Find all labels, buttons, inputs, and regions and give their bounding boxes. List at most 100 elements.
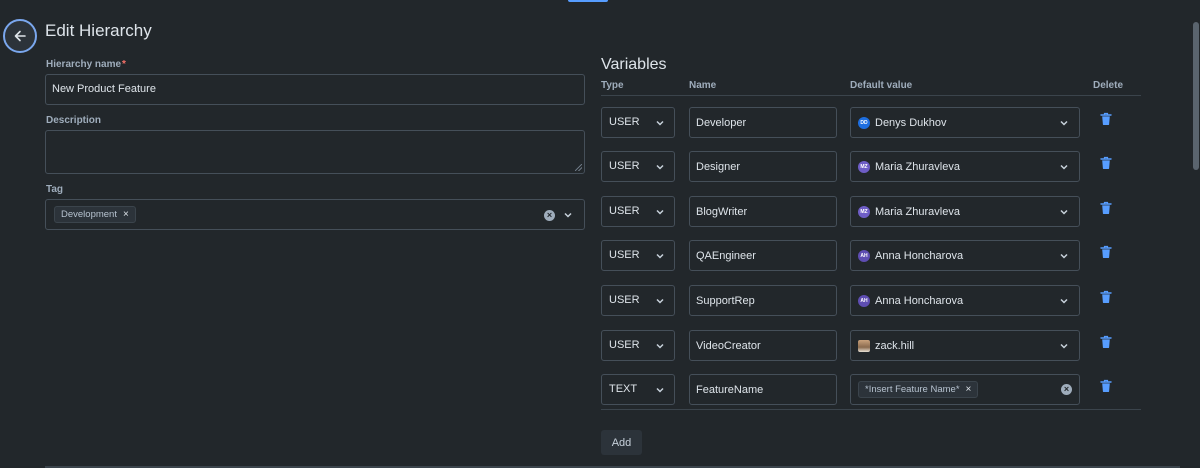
default-value-text: Maria Zhuravleva bbox=[875, 205, 960, 218]
user-avatar bbox=[858, 339, 870, 352]
chevron-down-icon[interactable] bbox=[1058, 295, 1070, 307]
variable-row: USER QAEngineer AH Anna Honcharova bbox=[601, 240, 1141, 271]
scrollbar[interactable] bbox=[1192, 18, 1200, 468]
chevron-down-icon[interactable] bbox=[654, 295, 666, 307]
top-active-indicator bbox=[568, 0, 608, 2]
chevron-down-icon[interactable] bbox=[1058, 340, 1070, 352]
chevron-down-icon[interactable] bbox=[654, 340, 666, 352]
variable-name-input[interactable]: VideoCreator bbox=[689, 330, 837, 361]
default-value-chip-label: *Insert Feature Name* bbox=[865, 384, 960, 395]
trash-icon[interactable] bbox=[1100, 379, 1112, 393]
default-value-text: Anna Honcharova bbox=[875, 249, 964, 262]
tag-chip-remove-icon[interactable]: × bbox=[123, 209, 129, 220]
tag-chip-label: Development bbox=[61, 209, 117, 220]
column-default-value: Default value bbox=[850, 80, 913, 91]
variable-name-value: QAEngineer bbox=[696, 250, 756, 262]
chevron-down-icon[interactable] bbox=[1058, 117, 1070, 129]
variable-name-value: Developer bbox=[696, 117, 747, 129]
default-value-select[interactable]: AH Anna Honcharova bbox=[850, 285, 1080, 316]
type-select[interactable]: USER bbox=[601, 240, 675, 271]
trash-icon[interactable] bbox=[1100, 290, 1112, 304]
add-variable-button[interactable]: Add bbox=[601, 430, 642, 455]
chevron-down-icon[interactable] bbox=[654, 117, 666, 129]
chevron-down-icon[interactable] bbox=[654, 384, 666, 396]
hierarchy-name-label: Hierarchy name* bbox=[46, 59, 126, 70]
default-value-select[interactable]: MZ Maria Zhuravleva bbox=[850, 151, 1080, 182]
trash-icon[interactable] bbox=[1100, 335, 1112, 349]
variable-row: USER Developer DD Denys Dukhov bbox=[601, 107, 1141, 138]
column-name: Name bbox=[689, 80, 717, 91]
required-marker: * bbox=[122, 59, 126, 70]
default-value-text: Maria Zhuravleva bbox=[875, 160, 960, 173]
hierarchy-name-value: New Product Feature bbox=[52, 83, 156, 95]
user-avatar: DD bbox=[858, 116, 870, 129]
variable-name-value: FeatureName bbox=[696, 384, 764, 396]
variable-name-value: VideoCreator bbox=[696, 340, 761, 352]
scrollbar-thumb[interactable] bbox=[1193, 22, 1199, 170]
arrow-left-icon bbox=[14, 30, 26, 42]
chevron-down-icon[interactable] bbox=[1058, 250, 1070, 262]
clear-icon[interactable]: × bbox=[1061, 384, 1072, 395]
variable-name-input[interactable]: QAEngineer bbox=[689, 240, 837, 271]
variable-name-input[interactable]: BlogWriter bbox=[689, 196, 837, 227]
variables-title: Variables bbox=[601, 56, 667, 73]
trash-icon[interactable] bbox=[1100, 245, 1112, 259]
variable-row: USER BlogWriter MZ Maria Zhuravleva bbox=[601, 196, 1141, 227]
clear-icon[interactable]: × bbox=[544, 210, 555, 221]
variable-row: USER VideoCreator zack.hill bbox=[601, 330, 1141, 361]
chevron-down-icon[interactable] bbox=[1058, 161, 1070, 173]
trash-icon[interactable] bbox=[1100, 201, 1112, 215]
type-select[interactable]: USER bbox=[601, 330, 675, 361]
resize-handle[interactable] bbox=[575, 164, 582, 171]
back-button[interactable] bbox=[3, 19, 37, 53]
user-avatar: MZ bbox=[858, 160, 870, 173]
type-value: TEXT bbox=[609, 383, 638, 395]
type-select[interactable]: USER bbox=[601, 196, 675, 227]
default-value-select[interactable]: DD Denys Dukhov bbox=[850, 107, 1080, 138]
default-value-select[interactable]: AH Anna Honcharova bbox=[850, 240, 1080, 271]
chevron-down-icon[interactable] bbox=[654, 161, 666, 173]
user-avatar: AH bbox=[858, 249, 870, 262]
variable-name-value: Designer bbox=[696, 161, 741, 173]
type-value: USER bbox=[609, 249, 640, 261]
type-value: USER bbox=[609, 339, 640, 351]
description-label: Description bbox=[46, 115, 102, 126]
type-select[interactable]: TEXT bbox=[601, 374, 675, 405]
type-select[interactable]: USER bbox=[601, 151, 675, 182]
default-value-text: zack.hill bbox=[875, 339, 915, 352]
default-value-select[interactable]: zack.hill bbox=[850, 330, 1080, 361]
user-avatar: AH bbox=[858, 294, 870, 307]
chip-remove-icon[interactable]: × bbox=[966, 384, 972, 395]
table-footer-divider bbox=[601, 409, 1141, 410]
trash-icon[interactable] bbox=[1100, 156, 1112, 170]
default-value-select[interactable]: MZ Maria Zhuravleva bbox=[850, 196, 1080, 227]
variable-name-input[interactable]: SupportRep bbox=[689, 285, 837, 316]
description-textarea[interactable] bbox=[45, 130, 585, 174]
default-value-select[interactable]: *Insert Feature Name* × × bbox=[850, 374, 1080, 405]
default-value-text: Anna Honcharova bbox=[875, 294, 964, 307]
tag-select[interactable]: Development × × bbox=[45, 199, 585, 230]
type-value: USER bbox=[609, 294, 640, 306]
type-value: USER bbox=[609, 160, 640, 172]
user-avatar: MZ bbox=[858, 205, 870, 218]
hierarchy-name-input[interactable]: New Product Feature bbox=[45, 74, 585, 105]
variable-row: USER SupportRep AH Anna Honcharova bbox=[601, 285, 1141, 316]
variable-name-input[interactable]: FeatureName bbox=[689, 374, 837, 405]
type-select[interactable]: USER bbox=[601, 285, 675, 316]
page-title: Edit Hierarchy bbox=[45, 21, 152, 40]
default-value-text: Denys Dukhov bbox=[875, 116, 947, 129]
variable-name-input[interactable]: Designer bbox=[689, 151, 837, 182]
default-value-chip: *Insert Feature Name* × bbox=[858, 381, 979, 398]
column-delete: Delete bbox=[1093, 80, 1124, 91]
variable-name-value: SupportRep bbox=[696, 295, 755, 307]
chevron-down-icon[interactable] bbox=[654, 206, 666, 218]
trash-icon[interactable] bbox=[1100, 112, 1112, 126]
tag-label: Tag bbox=[46, 184, 64, 195]
chevron-down-icon[interactable] bbox=[562, 209, 574, 221]
chevron-down-icon[interactable] bbox=[654, 250, 666, 262]
variable-row: USER Designer MZ Maria Zhuravleva bbox=[601, 151, 1141, 182]
type-select[interactable]: USER bbox=[601, 107, 675, 138]
chevron-down-icon[interactable] bbox=[1058, 206, 1070, 218]
variable-name-input[interactable]: Developer bbox=[689, 107, 837, 138]
table-header-divider bbox=[601, 95, 1141, 96]
